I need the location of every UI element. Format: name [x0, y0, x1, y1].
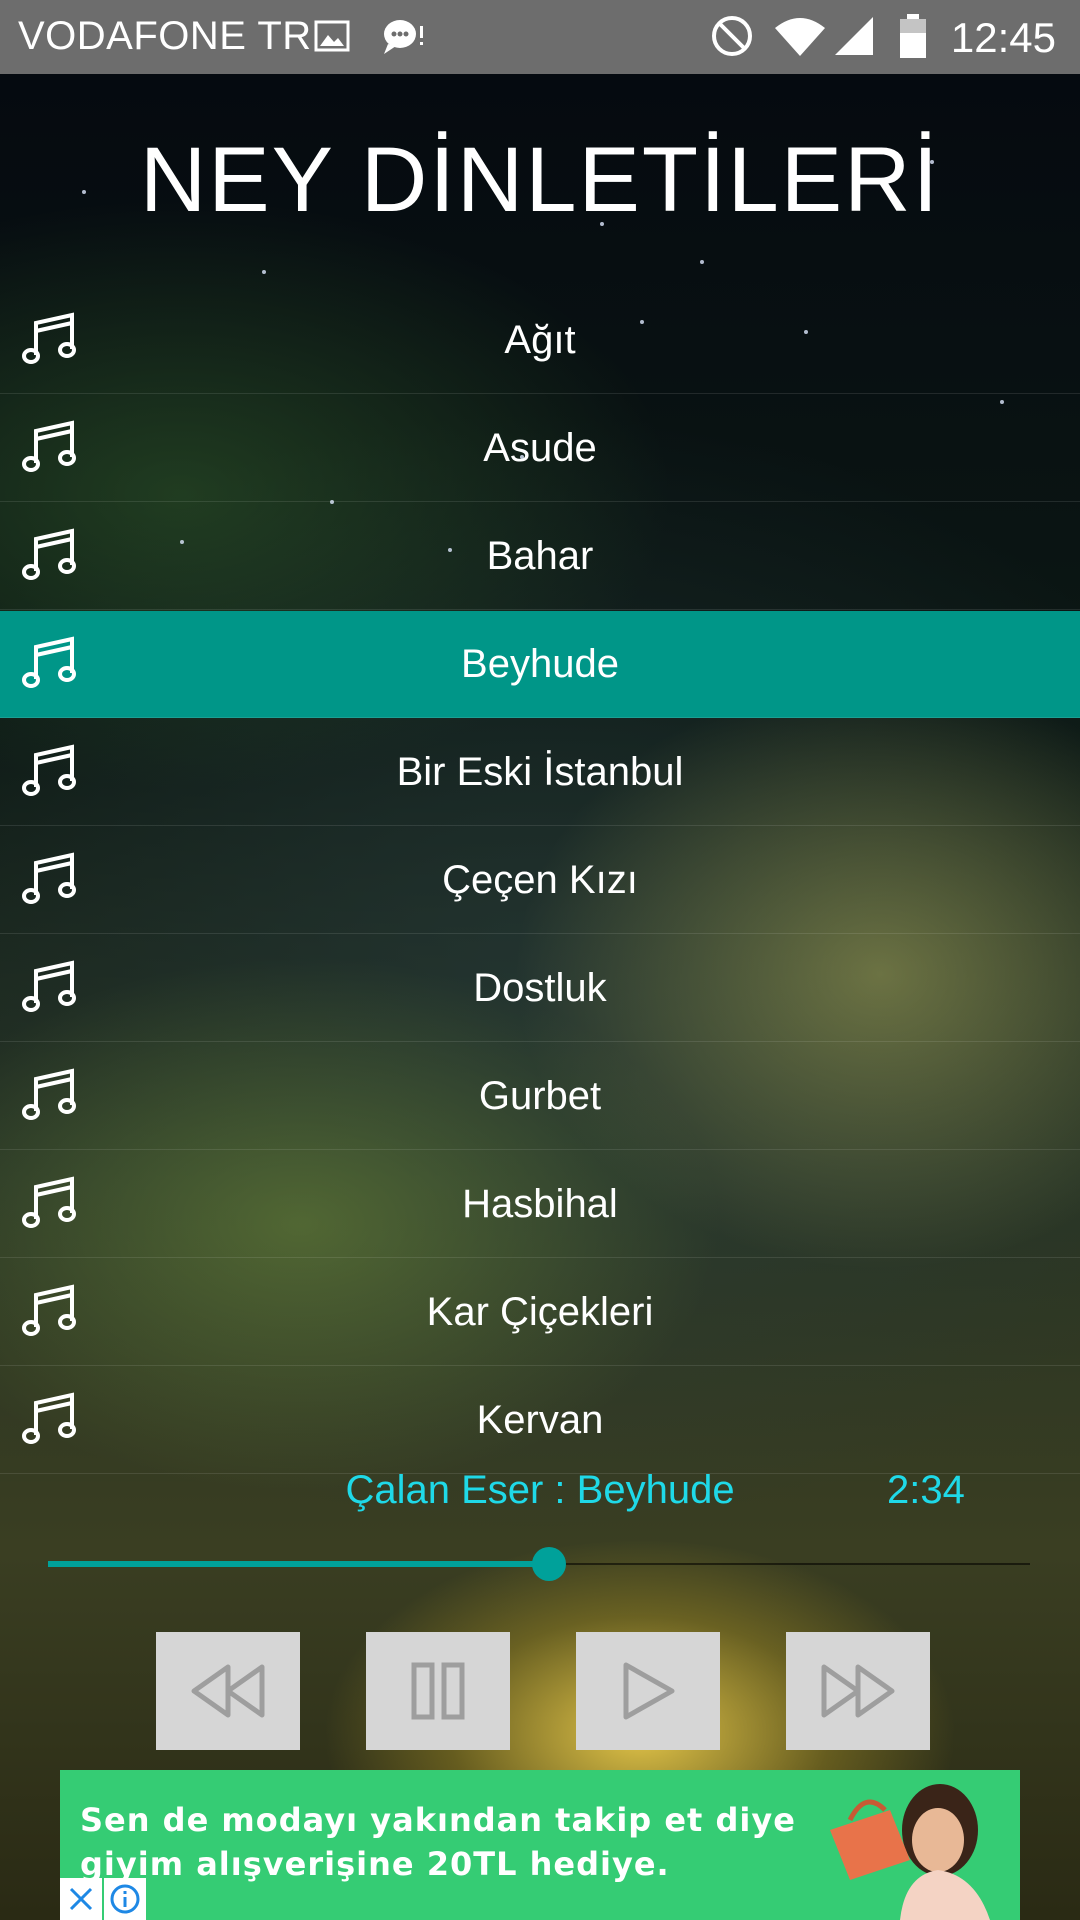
song-title: Beyhude: [461, 641, 619, 686]
song-title: Ağıt: [504, 317, 576, 362]
fast-forward-button[interactable]: [786, 1632, 930, 1750]
page-title: NEY DİNLETİLERİ: [139, 129, 941, 231]
song-title: Bir Eski İstanbul: [396, 749, 684, 794]
music-note-icon: [22, 1392, 76, 1444]
seek-bar-thumb[interactable]: [531, 1547, 566, 1581]
close-icon: [69, 1887, 93, 1911]
ad-text: Sen de modayı yakından takip et diye giy…: [80, 1801, 796, 1883]
signal-icon: [832, 12, 876, 60]
rewind-icon: [191, 1664, 265, 1718]
play-button[interactable]: [576, 1632, 720, 1750]
song-list-item[interactable]: Kar Çiçekleri: [0, 1259, 1080, 1366]
image-icon: [312, 12, 352, 60]
music-note-icon: [22, 960, 76, 1012]
battery-icon: [896, 12, 930, 60]
status-clock: 12:45: [950, 14, 1056, 61]
ad-banner[interactable]: Sen de modayı yakından takip et diye giy…: [60, 1770, 1020, 1920]
music-note-icon: [22, 852, 76, 904]
song-list-item[interactable]: Bir Eski İstanbul: [0, 719, 1080, 826]
wifi-icon: [772, 12, 828, 60]
music-note-icon: [22, 744, 76, 796]
pause-icon: [411, 1662, 465, 1720]
song-title: Gurbet: [478, 1073, 602, 1118]
music-note-icon: [22, 420, 76, 472]
music-note-icon: [22, 312, 76, 364]
fast-forward-icon: [821, 1664, 895, 1718]
play-icon: [623, 1662, 675, 1720]
music-note-icon: [22, 1068, 76, 1120]
music-note-icon: [22, 1284, 76, 1336]
song-title: Kervan: [476, 1397, 604, 1442]
carrier-name: VODAFONE TR: [18, 14, 312, 58]
seek-bar-progress: [48, 1561, 549, 1567]
song-list-item-active[interactable]: Beyhude: [0, 611, 1080, 718]
no-disturb-icon: [708, 12, 756, 60]
song-title: Hasbihal: [462, 1181, 618, 1226]
rewind-button[interactable]: [156, 1632, 300, 1750]
song-title: Asude: [483, 425, 597, 470]
music-note-icon: [22, 636, 76, 688]
pause-button[interactable]: [366, 1632, 510, 1750]
song-list-item[interactable]: Asude: [0, 395, 1080, 502]
song-title: Kar Çiçekleri: [426, 1289, 654, 1334]
music-note-icon: [22, 1176, 76, 1228]
song-list-item[interactable]: Gurbet: [0, 1043, 1080, 1150]
song-list: Ağıt Asude Bahar Beyhude Bir Eski İstanb…: [0, 287, 1080, 1475]
music-note-icon: [22, 528, 76, 580]
song-list-item[interactable]: Kervan: [0, 1367, 1080, 1474]
song-title: Dostluk: [473, 965, 607, 1010]
status-bar: VODAFONE TR 12:45: [0, 0, 1080, 74]
elapsed-time: 2:34: [887, 1468, 965, 1512]
ad-info-button[interactable]: [104, 1878, 146, 1920]
song-list-item[interactable]: Çeçen Kızı: [0, 827, 1080, 934]
chat-icon: [378, 12, 428, 60]
song-title: Çeçen Kızı: [442, 857, 638, 902]
song-list-item[interactable]: Ağıt: [0, 287, 1080, 394]
song-list-item[interactable]: Dostluk: [0, 935, 1080, 1042]
ad-model-image: [830, 1784, 990, 1920]
song-list-item[interactable]: Hasbihal: [0, 1151, 1080, 1258]
info-icon: [110, 1884, 140, 1914]
song-title: Bahar: [486, 533, 594, 578]
ad-close-button[interactable]: [60, 1878, 102, 1920]
song-list-item[interactable]: Bahar: [0, 503, 1080, 610]
